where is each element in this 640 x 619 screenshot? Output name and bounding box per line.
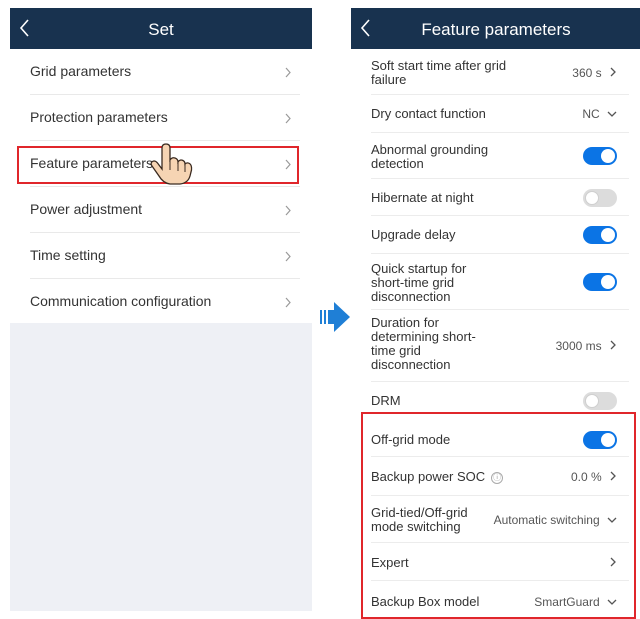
feature-header: Feature parameters <box>351 8 640 49</box>
row-label: Soft start time after grid failure <box>371 58 507 87</box>
tap-hand-icon <box>150 143 193 185</box>
highlight-box <box>361 412 636 619</box>
row-label: Upgrade delay <box>371 227 456 242</box>
menu-item-label: Protection parameters <box>30 109 168 125</box>
row-value: NC <box>582 107 617 121</box>
chevron-right-icon <box>285 67 291 78</box>
abnormal-grounding-toggle[interactable] <box>583 147 617 165</box>
hibernate-toggle[interactable] <box>583 189 617 207</box>
toggle-knob <box>601 149 615 163</box>
page-title: Set <box>148 20 174 39</box>
settings-list: Grid parameters Protection parameters Fe… <box>10 49 312 323</box>
menu-item-grid-parameters[interactable]: Grid parameters <box>10 49 312 95</box>
set-screen: Set Grid parameters Protection parameter… <box>10 8 312 611</box>
row-label: Quick startup for short-time grid discon… <box>371 261 467 304</box>
value-text: 360 s <box>572 66 602 80</box>
row-quick-startup: Quick startup for short-time grid discon… <box>361 254 631 310</box>
menu-item-time-setting[interactable]: Time setting <box>10 233 312 279</box>
row-label: Abnormal grounding detection <box>371 142 489 171</box>
next-step-arrow-icon <box>320 302 350 332</box>
chevron-right-icon <box>285 251 291 262</box>
menu-item-protection-parameters[interactable]: Protection parameters <box>10 95 312 141</box>
menu-item-label: Communication configuration <box>30 293 212 309</box>
row-value: 3000 ms <box>556 339 617 353</box>
menu-item-label: Grid parameters <box>30 63 132 79</box>
menu-item-label: Power adjustment <box>30 201 143 217</box>
row-hibernate-at-night: Hibernate at night <box>361 179 631 216</box>
chevron-right-icon <box>610 340 616 350</box>
chevron-right-icon <box>285 297 291 308</box>
row-dry-contact-function[interactable]: Dry contact function NC <box>361 95 631 133</box>
row-label: Dry contact function <box>371 106 486 121</box>
empty-area <box>10 323 312 611</box>
toggle-knob <box>585 191 599 205</box>
row-label: Hibernate at night <box>371 190 474 205</box>
toggle-knob <box>601 275 615 289</box>
menu-item-communication-configuration[interactable]: Communication configuration <box>10 279 312 325</box>
chevron-down-icon <box>607 111 617 117</box>
set-header: Set <box>10 8 312 49</box>
chevron-right-icon <box>285 113 291 124</box>
quick-startup-toggle[interactable] <box>583 273 617 291</box>
page-title: Feature parameters <box>421 20 571 39</box>
upgrade-delay-toggle[interactable] <box>583 226 617 244</box>
toggle-knob <box>585 394 599 408</box>
row-label: DRM <box>371 393 401 408</box>
drm-toggle[interactable] <box>583 392 617 410</box>
menu-item-label: Time setting <box>30 247 106 263</box>
row-value: 360 s <box>572 66 617 80</box>
row-soft-start-time[interactable]: Soft start time after grid failure 360 s <box>361 49 631 95</box>
row-duration-short-time-grid[interactable]: Duration for determining short-time grid… <box>361 310 631 382</box>
row-label: Duration for determining short-time grid… <box>371 315 476 372</box>
row-abnormal-grounding-detection: Abnormal grounding detection <box>361 133 631 179</box>
toggle-knob <box>601 228 615 242</box>
chevron-right-icon <box>285 205 291 216</box>
value-text: NC <box>582 107 600 121</box>
value-text: 3000 ms <box>555 339 602 353</box>
row-upgrade-delay: Upgrade delay <box>361 216 631 254</box>
chevron-right-icon <box>610 67 616 77</box>
menu-item-power-adjustment[interactable]: Power adjustment <box>10 187 312 233</box>
